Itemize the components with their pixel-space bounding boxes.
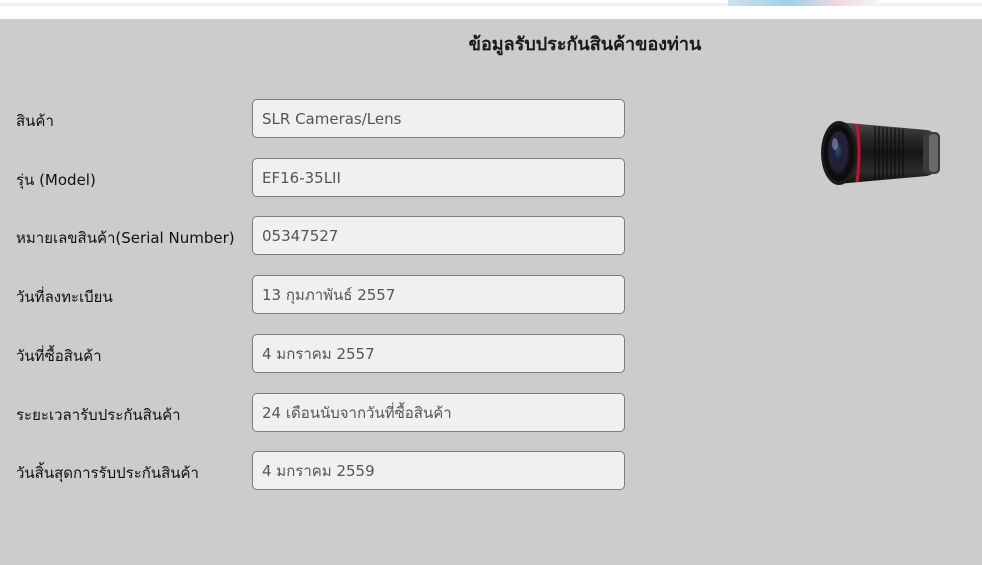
camera-lens-image <box>821 121 940 185</box>
product-field[interactable] <box>252 99 625 138</box>
warranty-info-panel: ข้อมูลรับประกันสินค้าของท่าน สินค้า รุ่น… <box>0 19 982 565</box>
field-row-warranty-period: ระยะเวลารับประกันสินค้า <box>0 393 640 433</box>
banner-image-fragment <box>728 0 878 6</box>
registration-date-field[interactable] <box>252 275 625 314</box>
purchase-date-label: วันที่ซื้อสินค้า <box>16 347 102 365</box>
serial-number-label: หมายเลขสินค้า(Serial Number) <box>16 229 235 247</box>
serial-number-field[interactable] <box>252 216 625 255</box>
warranty-end-date-field[interactable] <box>252 451 625 490</box>
top-banner-strip <box>0 0 982 19</box>
warranty-period-field[interactable] <box>252 393 625 432</box>
registration-date-label: วันที่ลงทะเบียน <box>16 288 113 306</box>
field-row-registration-date: วันที่ลงทะเบียน <box>0 275 640 315</box>
page-title: ข้อมูลรับประกันสินค้าของท่าน <box>468 34 702 55</box>
purchase-date-field[interactable] <box>252 334 625 373</box>
warranty-end-date-label: วันสิ้นสุดการรับประกันสินค้า <box>16 464 199 482</box>
model-field[interactable] <box>252 158 625 197</box>
field-row-product: สินค้า <box>0 99 640 139</box>
field-row-serial: หมายเลขสินค้า(Serial Number) <box>0 216 640 256</box>
product-label: สินค้า <box>16 112 54 130</box>
field-row-warranty-end: วันสิ้นสุดการรับประกันสินค้า <box>0 451 640 491</box>
warranty-period-label: ระยะเวลารับประกันสินค้า <box>16 406 181 424</box>
model-label: รุ่น (Model) <box>16 171 96 189</box>
field-row-model: รุ่น (Model) <box>0 158 640 198</box>
field-row-purchase-date: วันที่ซื้อสินค้า <box>0 334 640 374</box>
